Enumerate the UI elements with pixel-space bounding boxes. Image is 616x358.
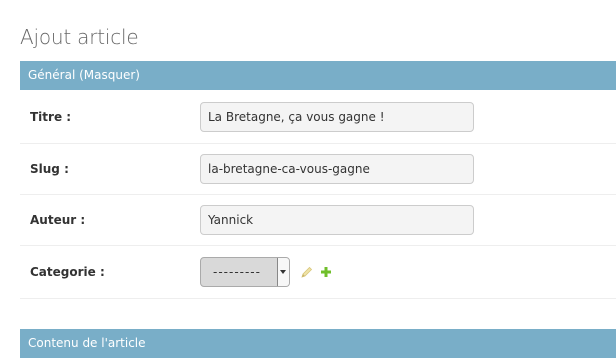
form-row-titre: Titre : xyxy=(20,91,616,144)
form-row-categorie: Categorie : --------- xyxy=(20,246,616,299)
categorie-select-value: --------- xyxy=(213,265,261,279)
form-row-slug: Slug : xyxy=(20,144,616,195)
auteur-input[interactable] xyxy=(200,205,474,235)
fieldset-general-title: Général xyxy=(28,68,76,82)
fieldset-contenu-title: Contenu de l'article xyxy=(28,336,146,350)
titre-label: Titre : xyxy=(30,110,72,124)
auteur-label: Auteur : xyxy=(30,213,86,227)
slug-input[interactable] xyxy=(200,154,474,184)
fieldset-general-header: Général (Masquer) xyxy=(20,61,616,90)
categorie-select[interactable]: --------- xyxy=(200,257,290,287)
form-row-auteur: Auteur : xyxy=(20,195,616,246)
fieldset-contenu-header: Contenu de l'article xyxy=(20,329,616,358)
categorie-label: Categorie : xyxy=(30,265,105,279)
chevron-down-icon[interactable] xyxy=(277,258,289,286)
titre-input[interactable] xyxy=(200,102,474,132)
pencil-icon[interactable] xyxy=(301,266,313,278)
fieldset-general-toggle-link[interactable]: (Masquer) xyxy=(79,68,140,82)
slug-label: Slug : xyxy=(30,162,69,176)
plus-icon[interactable] xyxy=(320,266,332,278)
page-title: Ajout article xyxy=(20,25,139,50)
